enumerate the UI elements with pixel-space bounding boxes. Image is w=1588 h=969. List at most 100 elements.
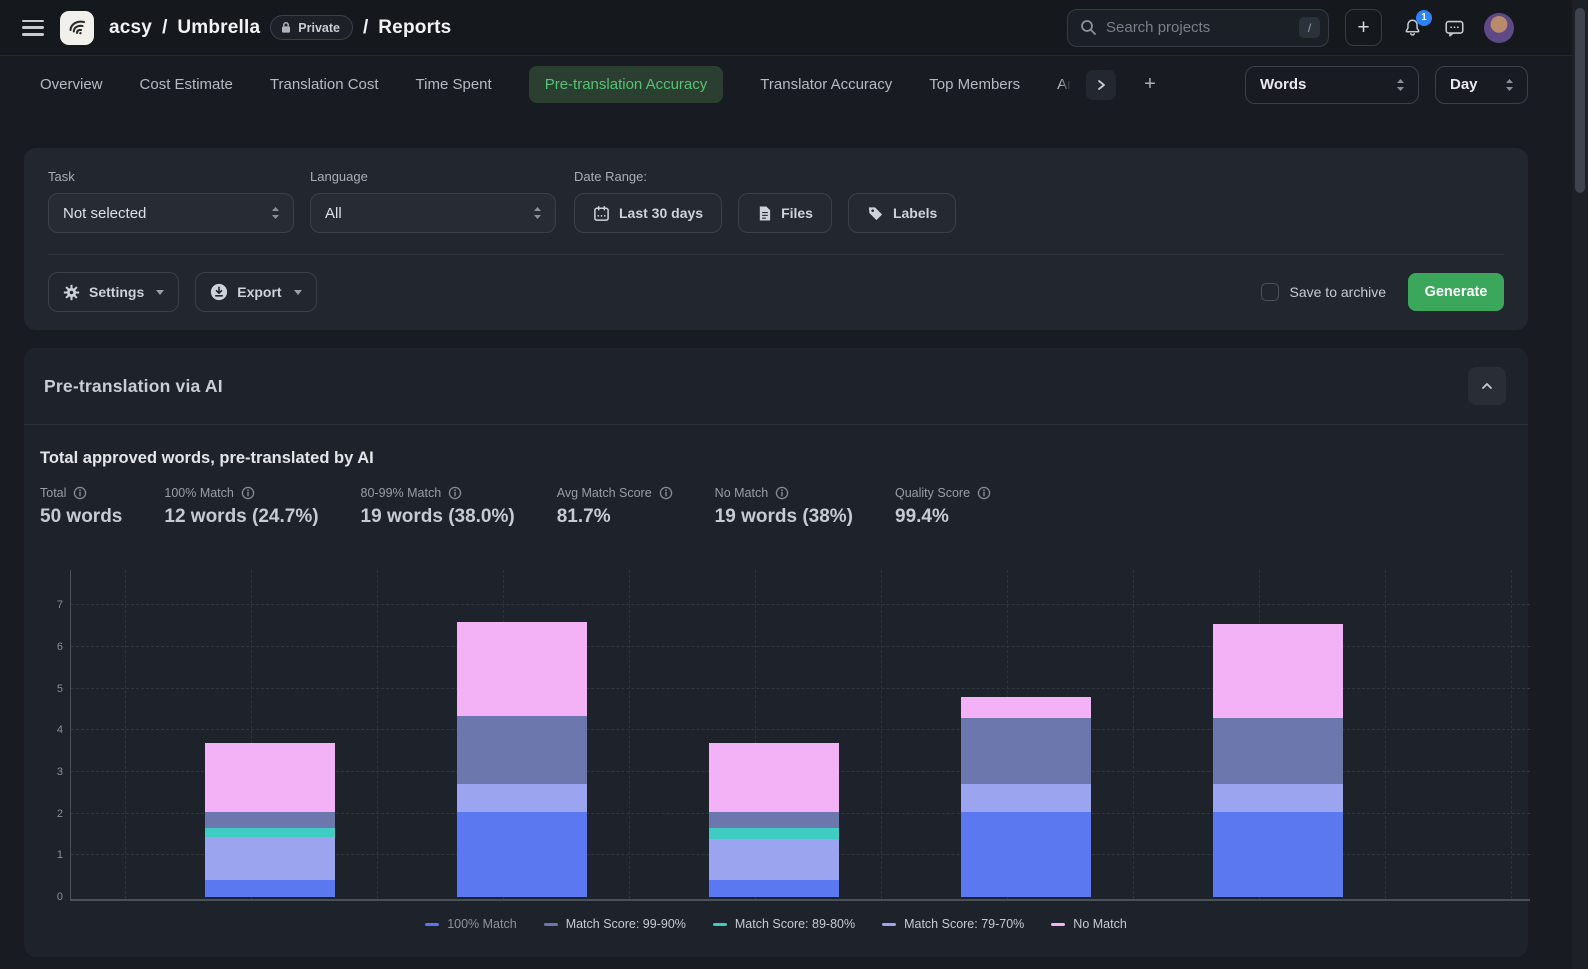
bar-segment-match-score-79-70-[interactable] xyxy=(205,837,335,881)
bar-segment-match-score-79-70-[interactable] xyxy=(961,784,1091,811)
bar-segment-no-match[interactable] xyxy=(457,622,587,716)
y-axis-tick: 0 xyxy=(41,890,63,904)
stat-item: Total50 words xyxy=(40,486,122,528)
bar-segment-100-match[interactable] xyxy=(709,880,839,897)
tabs-list: Overview Cost Estimate Translation Cost Tim… xyxy=(40,66,1072,103)
user-avatar[interactable] xyxy=(1484,13,1514,43)
stat-item: Avg Match Score81.7% xyxy=(557,486,673,528)
bar-segment-match-score-99-90-[interactable] xyxy=(1213,718,1343,785)
gridline-vertical xyxy=(377,570,378,899)
bar-segment-match-score-79-70-[interactable] xyxy=(709,839,839,881)
bar-segment-match-score-99-90-[interactable] xyxy=(205,812,335,829)
bar-segment-match-score-79-70-[interactable] xyxy=(1213,784,1343,811)
search-input[interactable]: Search projects / xyxy=(1067,9,1329,47)
bar-segment-match-score-99-90-[interactable] xyxy=(961,718,1091,785)
tab-pre-translation-accuracy[interactable]: Pre-translation Accuracy xyxy=(529,66,724,103)
breadcrumb-page: Reports xyxy=(378,17,451,39)
app-logo[interactable] xyxy=(60,11,94,45)
language-select[interactable]: All xyxy=(310,193,556,233)
y-axis-tick: 2 xyxy=(41,807,63,821)
unit-select[interactable]: Words xyxy=(1245,66,1419,104)
legend-item[interactable]: 100% Match xyxy=(425,917,516,931)
export-button[interactable]: Export xyxy=(195,272,316,312)
legend-item[interactable]: Match Score: 89-80% xyxy=(713,917,855,931)
stat-item: No Match19 words (38%) xyxy=(715,486,853,528)
download-icon xyxy=(210,283,228,301)
info-icon[interactable] xyxy=(448,486,462,500)
tab-cost-estimate[interactable]: Cost Estimate xyxy=(140,76,233,93)
tab-translation-cost[interactable]: Translation Cost xyxy=(270,76,379,93)
info-icon[interactable] xyxy=(775,486,789,500)
language-label: Language xyxy=(310,169,556,184)
legend-item[interactable]: No Match xyxy=(1051,917,1127,931)
info-icon[interactable] xyxy=(241,486,255,500)
stat-value: 50 words xyxy=(40,506,122,528)
settings-button[interactable]: Settings xyxy=(48,272,179,312)
bar-segment-100-match[interactable] xyxy=(205,880,335,897)
breadcrumb-project[interactable]: Umbrella xyxy=(177,17,260,39)
bar-segment-no-match[interactable] xyxy=(961,697,1091,718)
legend-item[interactable]: Match Score: 99-90% xyxy=(544,917,686,931)
tag-icon xyxy=(867,205,884,222)
panel-divider xyxy=(24,424,1528,425)
save-to-archive-checkbox[interactable] xyxy=(1261,283,1279,301)
tab-translator-accuracy[interactable]: Translator Accuracy xyxy=(760,76,892,93)
stat-label: 80-99% Match xyxy=(361,486,442,500)
legend-item[interactable]: Match Score: 79-70% xyxy=(882,917,1024,931)
bar-segment-no-match[interactable] xyxy=(709,743,839,812)
scrollbar-thumb[interactable] xyxy=(1575,8,1585,193)
gridline-vertical xyxy=(629,570,630,899)
stat-value: 99.4% xyxy=(895,506,991,528)
breadcrumb: acsy / Umbrella Private / Reports xyxy=(109,15,451,40)
period-select[interactable]: Day xyxy=(1435,66,1528,104)
bar-segment-100-match[interactable] xyxy=(1213,812,1343,897)
legend-label: Match Score: 79-70% xyxy=(904,917,1024,931)
gridline-vertical xyxy=(125,570,126,899)
page-scrollbar[interactable] xyxy=(1572,0,1588,969)
hamburger-menu-icon[interactable] xyxy=(22,20,44,36)
collapse-panel-button[interactable] xyxy=(1468,367,1506,405)
create-project-button[interactable]: + xyxy=(1345,9,1382,46)
messages-button[interactable] xyxy=(1443,17,1466,39)
save-to-archive-toggle[interactable]: Save to archive xyxy=(1261,283,1387,301)
gear-icon xyxy=(63,284,80,301)
tab-time-spent[interactable]: Time Spent xyxy=(416,76,492,93)
bar-segment-100-match[interactable] xyxy=(961,812,1091,897)
lock-icon xyxy=(280,21,292,34)
stat-label: Quality Score xyxy=(895,486,970,500)
search-shortcut-key: / xyxy=(1299,17,1320,38)
legend-label: No Match xyxy=(1073,917,1127,931)
generate-button[interactable]: Generate xyxy=(1408,273,1504,311)
bar-segment-match-score-79-70-[interactable] xyxy=(457,784,587,811)
bar-segment-100-match[interactable] xyxy=(457,812,587,897)
chart-section-title: Total approved words, pre-translated by … xyxy=(40,449,1528,468)
more-tabs-button[interactable] xyxy=(1086,70,1116,100)
stat-item: 80-99% Match19 words (38.0%) xyxy=(361,486,515,528)
y-axis-tick: 1 xyxy=(41,848,63,862)
bar-segment-match-score-99-90-[interactable] xyxy=(457,716,587,785)
labels-filter-button[interactable]: Labels xyxy=(848,193,956,233)
task-select[interactable]: Not selected xyxy=(48,193,294,233)
bar-segment-match-score-89-80-[interactable] xyxy=(709,828,839,838)
sort-arrows-icon xyxy=(270,205,281,221)
date-range-button[interactable]: Last 30 days xyxy=(574,193,722,233)
tab-ar[interactable]: Ar xyxy=(1057,76,1072,93)
tab-top-members[interactable]: Top Members xyxy=(929,76,1020,93)
info-icon[interactable] xyxy=(73,486,87,500)
y-axis-tick: 5 xyxy=(41,682,63,696)
add-tab-button[interactable]: + xyxy=(1144,73,1156,96)
bar-segment-no-match[interactable] xyxy=(205,743,335,812)
info-icon[interactable] xyxy=(977,486,991,500)
notifications-button[interactable]: 1 xyxy=(1402,17,1423,39)
bar-segment-match-score-99-90-[interactable] xyxy=(709,812,839,829)
files-filter-button[interactable]: Files xyxy=(738,193,832,233)
chevron-up-icon xyxy=(1480,379,1494,393)
bar-segment-no-match[interactable] xyxy=(1213,624,1343,718)
breadcrumb-org[interactable]: acsy xyxy=(109,17,152,39)
privacy-badge: Private xyxy=(270,15,353,40)
caret-down-icon xyxy=(294,290,302,295)
bar-segment-match-score-89-80-[interactable] xyxy=(205,828,335,836)
chart-legend: 100% Match Match Score: 99-90% Match Score… xyxy=(24,917,1528,931)
info-icon[interactable] xyxy=(659,486,673,500)
tab-overview[interactable]: Overview xyxy=(40,76,103,93)
